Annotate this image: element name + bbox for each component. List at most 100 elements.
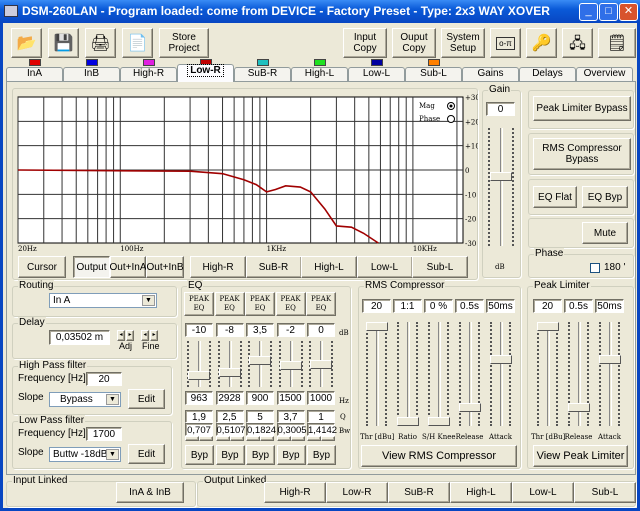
phase-radio[interactable]	[447, 115, 455, 123]
rms-slider[interactable]	[427, 322, 450, 426]
store-project-button[interactable]: Store Project	[159, 28, 209, 58]
eq-q-field[interactable]: 2,5	[215, 410, 244, 423]
print-preview-icon[interactable]: 📄	[122, 28, 153, 58]
eq-step-up-button[interactable]	[321, 436, 335, 441]
routing-select[interactable]: In A ▼	[49, 293, 157, 308]
eq-step-up-button[interactable]	[290, 436, 305, 441]
minimize-button[interactable]: _	[579, 3, 598, 21]
fine-right-arrow[interactable]: ▸	[150, 330, 158, 341]
limiter-slider[interactable]	[536, 322, 559, 426]
slider-thumb[interactable]	[536, 322, 559, 331]
graph-channel-button-high-l[interactable]: High-L	[301, 256, 357, 278]
lpf-frequency-field[interactable]: 1700	[86, 427, 122, 441]
gain-value[interactable]: 0	[486, 102, 515, 116]
output-link-button-low-l[interactable]: Low-L	[512, 482, 574, 503]
rms-slider[interactable]	[458, 322, 481, 426]
input-copy-button[interactable]: Input Copy	[343, 28, 387, 58]
hpf-frequency-field[interactable]: 20	[86, 372, 122, 386]
output-link-button-sub-r[interactable]: SuB-R	[388, 482, 450, 503]
limiter-slider[interactable]	[598, 322, 621, 426]
eq-frequency-field[interactable]: 900	[246, 391, 274, 405]
eq-band-type-button[interactable]: PEAK EQ	[245, 292, 275, 316]
eq-gain-field[interactable]: 3,5	[246, 323, 274, 337]
tab-high-l[interactable]: High-L	[291, 67, 348, 81]
graph-channel-button-sub-r[interactable]: SuB-R	[245, 256, 302, 278]
system-setup-button[interactable]: System Setup	[441, 28, 485, 58]
eq-q-field[interactable]: 1	[307, 410, 335, 423]
eq-step-up-button[interactable]	[199, 436, 213, 441]
eq-bw-field[interactable]: 0,707	[185, 423, 213, 436]
eq-gain-field[interactable]: 0	[307, 323, 335, 337]
adj-right-arrow[interactable]: ▸	[126, 330, 134, 341]
peak-limiter-bypass-button[interactable]: Peak Limiter Bypass	[533, 96, 631, 121]
close-button[interactable]: ✕	[619, 3, 638, 21]
tab-inb[interactable]: InB	[63, 67, 120, 81]
rms-slider[interactable]	[365, 322, 388, 426]
rms-value-field[interactable]: 0.5s	[455, 299, 484, 313]
limiter-value-field[interactable]: 20	[533, 299, 562, 313]
mute-button[interactable]: Mute	[582, 222, 628, 244]
eq-bypass-button[interactable]: Byp	[215, 445, 245, 465]
graph-channel-button-low-l[interactable]: Low-L	[356, 256, 413, 278]
output-button[interactable]: Output	[73, 256, 110, 278]
eq-band-type-button[interactable]: PEAK EQ	[275, 292, 306, 316]
rms-compressor-bypass-button[interactable]: RMS Compressor Bypass	[533, 138, 631, 170]
slider-thumb[interactable]	[489, 355, 512, 365]
eq-band-type-button[interactable]: PEAK EQ	[306, 292, 336, 316]
eq-gain-slider[interactable]	[217, 341, 243, 387]
limiter-value-field[interactable]: 50ms	[595, 299, 624, 313]
view-peak-limiter-button[interactable]: View Peak Limiter	[533, 445, 628, 467]
output-link-button-sub-l[interactable]: Sub-L	[574, 482, 636, 503]
eq-q-field[interactable]: 5	[246, 410, 274, 423]
slider-thumb[interactable]	[458, 402, 481, 412]
eq-q-field[interactable]: 1,9	[185, 410, 213, 423]
eq-step-down-button[interactable]	[185, 436, 199, 441]
slider-thumb[interactable]	[188, 370, 210, 380]
eq-step-up-button[interactable]	[260, 436, 274, 441]
hpf-edit-button[interactable]: Edit	[128, 389, 165, 409]
notes-icon[interactable]: 🗒	[598, 28, 636, 58]
fine-left-arrow[interactable]: ◂	[141, 330, 149, 341]
eq-bw-field[interactable]: 0,3005	[276, 423, 307, 436]
print-icon[interactable]: 🖨	[85, 28, 116, 58]
slider-thumb[interactable]	[396, 417, 419, 426]
eq-bw-field[interactable]: 1,4142	[307, 423, 337, 436]
view-rms-compressor-button[interactable]: View RMS Compressor	[361, 445, 517, 467]
slider-thumb[interactable]	[567, 402, 590, 412]
limiter-slider[interactable]	[567, 322, 590, 426]
hpf-slope-select[interactable]: Bypass ▼	[49, 392, 121, 407]
eq-gain-field[interactable]: -8	[215, 323, 244, 337]
password-key-button[interactable]: o-π	[490, 28, 521, 58]
slider-thumb[interactable]	[427, 417, 450, 426]
slider-thumb[interactable]	[279, 361, 302, 371]
eq-frequency-field[interactable]: 2928	[215, 391, 244, 405]
eq-bypass-button[interactable]: Byp	[307, 445, 336, 465]
out-ina-button[interactable]: Out+InA	[110, 256, 146, 278]
eq-bw-field[interactable]: 0,1824	[246, 423, 276, 436]
eq-step-down-button[interactable]	[215, 436, 230, 441]
tab-sub-r[interactable]: SuB-R	[234, 67, 291, 81]
eq-band-type-button[interactable]: PEAK EQ	[214, 292, 245, 316]
eq-flat-button[interactable]: EQ Flat	[533, 186, 577, 208]
eq-bw-field[interactable]: 0,5107	[215, 423, 246, 436]
slider-thumb[interactable]	[249, 355, 271, 365]
output-link-button-high-r[interactable]: High-R	[264, 482, 326, 503]
tab-delays[interactable]: Delays	[519, 67, 576, 81]
slider-thumb[interactable]	[218, 368, 241, 377]
eq-gain-slider[interactable]	[308, 341, 334, 387]
eq-bypass-button[interactable]: Byp	[185, 445, 214, 465]
slider-thumb[interactable]	[490, 171, 512, 181]
output-link-button-low-r[interactable]: Low-R	[326, 482, 388, 503]
eq-step-up-button[interactable]	[229, 436, 244, 441]
keys-icon[interactable]: 🔑	[526, 28, 557, 58]
tab-low-r[interactable]: Low-R	[177, 64, 234, 82]
adj-left-arrow[interactable]: ◂	[117, 330, 125, 341]
eq-frequency-field[interactable]: 1000	[307, 391, 335, 405]
cursor-button[interactable]: Cursor	[18, 256, 66, 278]
eq-gain-field[interactable]: -2	[276, 323, 305, 337]
graph-channel-button-sub-l[interactable]: Sub-L	[412, 256, 468, 278]
eq-step-down-button[interactable]	[246, 436, 260, 441]
eq-frequency-field[interactable]: 1500	[276, 391, 305, 405]
slider-thumb[interactable]	[365, 322, 388, 331]
eq-step-down-button[interactable]	[307, 436, 321, 441]
